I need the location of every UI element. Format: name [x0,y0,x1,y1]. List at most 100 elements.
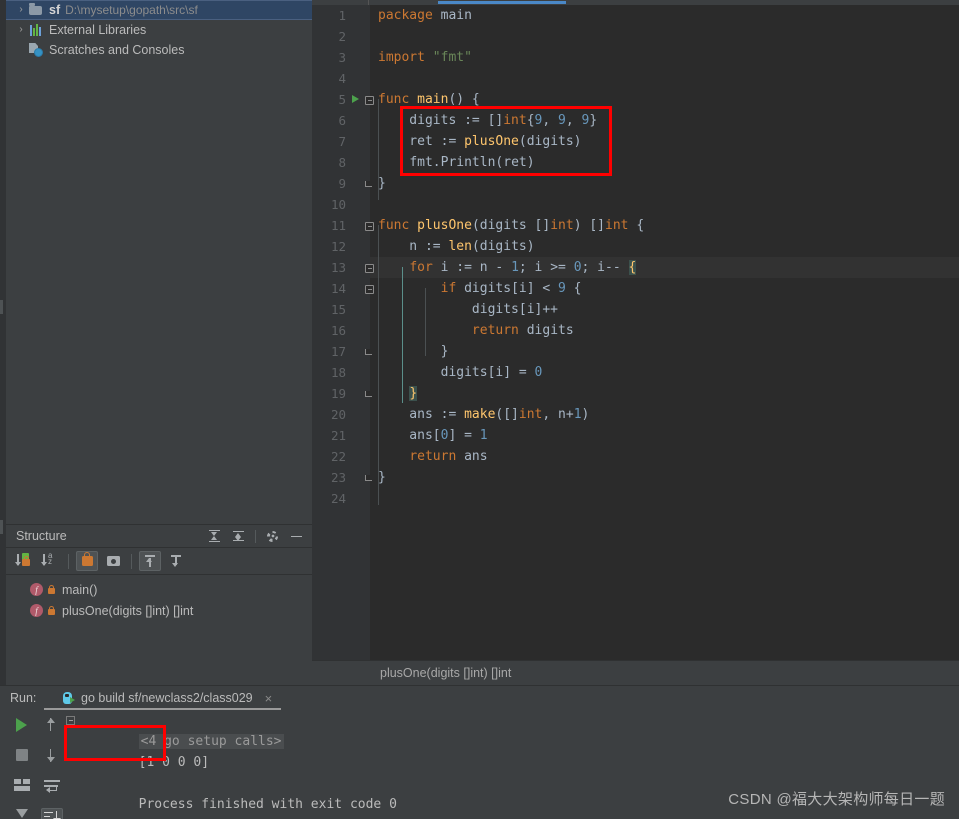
scroll-from-source-button[interactable] [139,551,161,571]
sort-by-visibility-button[interactable] [13,551,35,571]
structure-item-main[interactable]: f main() [6,579,312,600]
expand-all-icon[interactable] [207,529,222,544]
active-tab-underline [438,1,566,4]
minimize-icon[interactable] [289,529,304,544]
structure-item-label: main() [62,582,98,597]
run-gutter-icon[interactable] [352,95,359,103]
line-content: func main() { [378,92,480,107]
layout-icon [13,779,30,791]
fold-toggle-icon[interactable] [365,221,374,231]
stop-icon [15,749,28,761]
pin-tab-button[interactable] [12,806,32,819]
code-line: 23 } [312,467,959,488]
scratches-icon [28,42,45,58]
line-content: ans[0] = 1 [378,428,488,443]
line-number: 24 [330,491,346,506]
code-line: 24 [312,488,959,509]
code-line: 17 } [312,341,959,362]
project-name: sf [49,3,61,17]
library-icon [28,22,45,38]
code-line: 5 func main() { [312,89,959,110]
show-non-public-button[interactable] [76,551,98,571]
code-line: 12 n := len(digits) [312,236,959,257]
code-line: 3 import "fmt" [312,47,959,68]
structure-toolbar: az [6,548,312,575]
scroll-to-end-button[interactable] [40,807,63,819]
soft-wrap-button[interactable] [42,777,62,794]
line-number: 23 [330,470,346,485]
line-number: 2 [338,29,346,44]
toolbar-divider [255,529,256,543]
run-label: Run: [10,691,37,705]
fold-toggle-icon[interactable] [365,95,374,105]
chevron-right-icon[interactable]: › [14,5,28,15]
line-content: ans := make([]int, n+1) [378,407,590,422]
line-number: 1 [338,8,346,23]
lock-icon [48,584,55,594]
line-content: digits := []int{9, 9, 9} [378,113,598,128]
console-folded-line[interactable]: <4 go setup calls> [66,710,959,749]
prev-occurrence-button[interactable] [42,716,62,733]
line-number: 9 [338,176,346,191]
line-number: 7 [338,134,346,149]
show-fields-button[interactable] [102,551,124,571]
code-line: 9 } [312,173,959,194]
line-number: 19 [330,386,346,401]
chevron-right-icon[interactable]: › [14,25,28,35]
code-line: 8 fmt.Println(ret) [312,152,959,173]
project-tree-item-sf[interactable]: › sf D:\mysetup\gopath\src\sf [6,0,312,20]
line-number: 16 [330,323,346,338]
line-content: return ans [409,449,488,464]
line-content: digits[i]++ [378,302,559,317]
line-number: 22 [330,449,346,464]
project-tree-item-external-libraries[interactable]: › External Libraries [6,20,312,40]
line-number: 3 [338,50,346,65]
breadcrumb[interactable]: plusOne(digits []int) []int [312,660,959,685]
fold-toggle-icon[interactable] [66,716,75,725]
project-path: D:\mysetup\gopath\src\sf [65,3,198,17]
fold-end-icon[interactable] [365,349,372,355]
layout-button[interactable] [12,776,32,794]
fold-end-icon[interactable] [365,391,372,397]
collapse-all-icon[interactable] [231,529,246,544]
scratches-label: Scratches and Consoles [49,43,185,57]
fold-toggle-icon[interactable] [365,284,374,294]
scroll-to-source-button[interactable] [165,551,187,571]
run-sidebar-right [38,710,65,819]
rerun-button[interactable] [12,716,32,734]
close-icon[interactable]: × [265,692,273,705]
next-occurrence-button[interactable] [42,747,62,764]
code-line: 4 [312,68,959,89]
line-number: 18 [330,365,346,380]
edge-tick [0,520,3,534]
fold-end-icon[interactable] [365,475,372,481]
code-line: 1 package main [312,5,959,26]
run-tab-title: go build sf/newclass2/class029 [81,691,253,705]
toolbar-divider [68,553,69,569]
stop-button[interactable] [12,746,32,764]
line-content: return digits [471,323,574,338]
run-tab[interactable]: go build sf/newclass2/class029 × [62,686,272,710]
editor-body[interactable]: 1 package main 2 3 import "fmt" 4 5 func… [312,5,959,660]
project-tree-item-scratches[interactable]: Scratches and Consoles [6,40,312,60]
fold-toggle-icon[interactable] [365,263,374,273]
lock-icon [81,552,93,566]
gear-icon[interactable] [265,529,280,544]
structure-item-plusone[interactable]: f plusOne(digits []int) []int [6,600,312,621]
go-run-icon [62,691,75,705]
run-sidebar-left [6,710,37,819]
indent-guide [378,99,379,200]
fold-end-icon[interactable] [365,181,372,187]
code-line: 10 [312,194,959,215]
sort-alphabetically-button[interactable]: az [39,551,61,571]
line-content: import "fmt" [378,50,472,65]
play-icon [15,718,27,732]
structure-item-label: plusOne(digits []int) []int [62,603,194,618]
run-header: Run: go build sf/newclass2/class029 × [0,686,959,710]
line-number: 17 [330,344,346,359]
code-line: 16 return digits [312,320,959,341]
line-content: for i := n - 1; i >= 0; i-- { [409,260,637,275]
line-content: } [378,176,386,191]
indent-guide [425,288,426,356]
line-content: ret := plusOne(digits) [378,134,582,149]
